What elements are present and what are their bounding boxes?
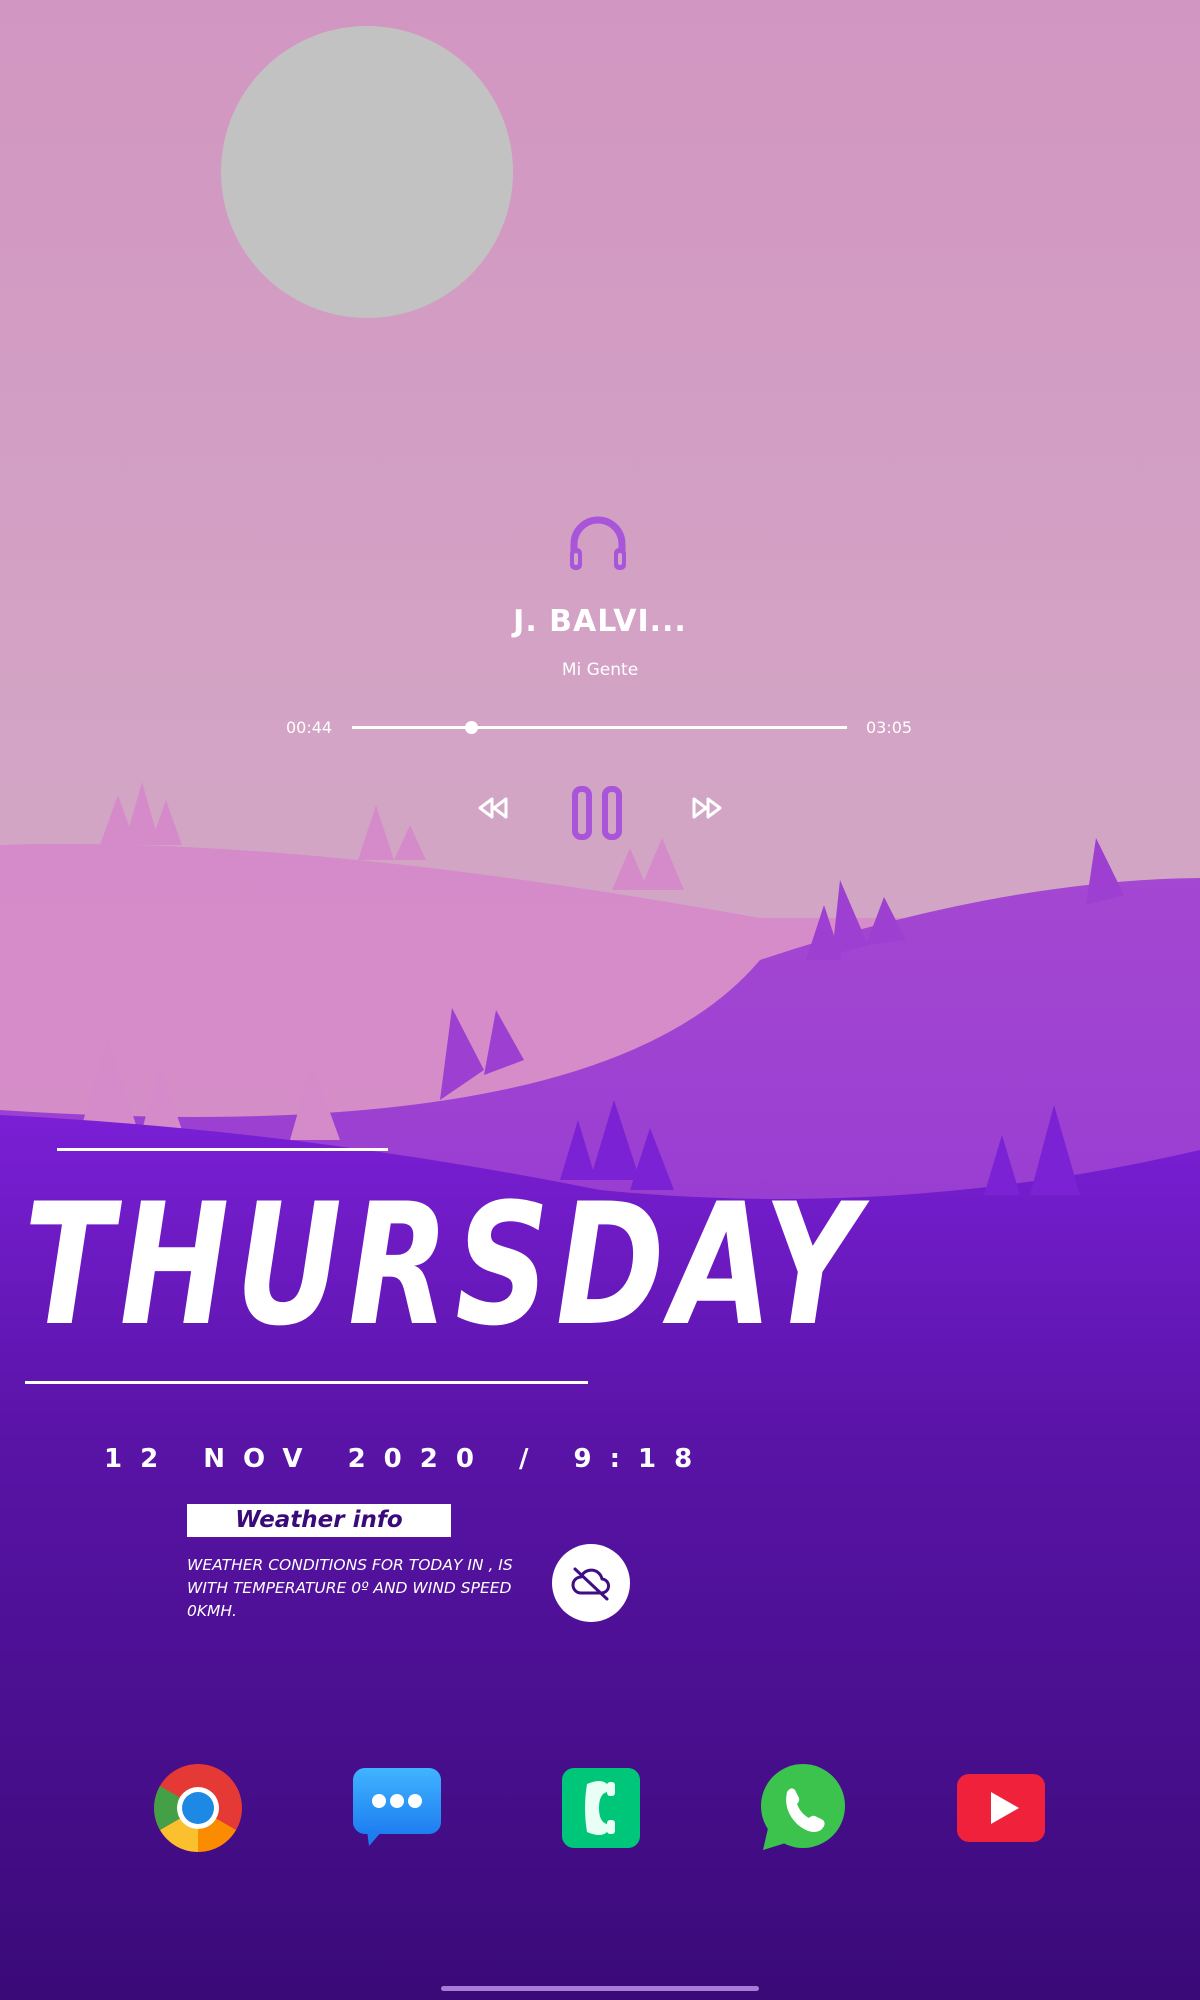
phone-icon[interactable] — [557, 1764, 645, 1852]
album-art — [221, 26, 513, 318]
weather-title: Weather info — [187, 1504, 451, 1537]
date-time: 12 NOV 2020 / 9:18 — [104, 1444, 711, 1474]
seek-bar[interactable] — [352, 721, 847, 734]
youtube-icon[interactable] — [957, 1764, 1045, 1852]
day-of-week: THURSDAY — [24, 1167, 865, 1363]
fast-forward-icon[interactable] — [690, 796, 724, 820]
home-indicator[interactable] — [441, 1986, 759, 1991]
track-title: J. BALVI... — [513, 604, 687, 639]
cloud-off-icon[interactable] — [552, 1544, 630, 1622]
messages-icon[interactable] — [353, 1764, 441, 1852]
music-player: J. BALVI... Mi Gente 00:44 03:05 — [0, 500, 1200, 840]
chrome-icon[interactable] — [154, 1764, 242, 1852]
wallpaper-scene — [0, 782, 1200, 2000]
weather-description: WEATHER CONDITIONS FOR TODAY IN , IS WIT… — [187, 1556, 513, 1620]
total-time: 03:05 — [866, 718, 913, 737]
headphones-icon — [570, 516, 626, 570]
track-artist: Mi Gente — [561, 660, 639, 680]
divider-bottom — [25, 1381, 588, 1384]
elapsed-time: 00:44 — [286, 718, 333, 737]
divider-top — [57, 1148, 388, 1151]
whatsapp-icon[interactable] — [757, 1764, 845, 1852]
seek-knob[interactable] — [464, 721, 478, 734]
pause-icon[interactable] — [572, 786, 622, 840]
rewind-icon[interactable] — [476, 796, 510, 820]
